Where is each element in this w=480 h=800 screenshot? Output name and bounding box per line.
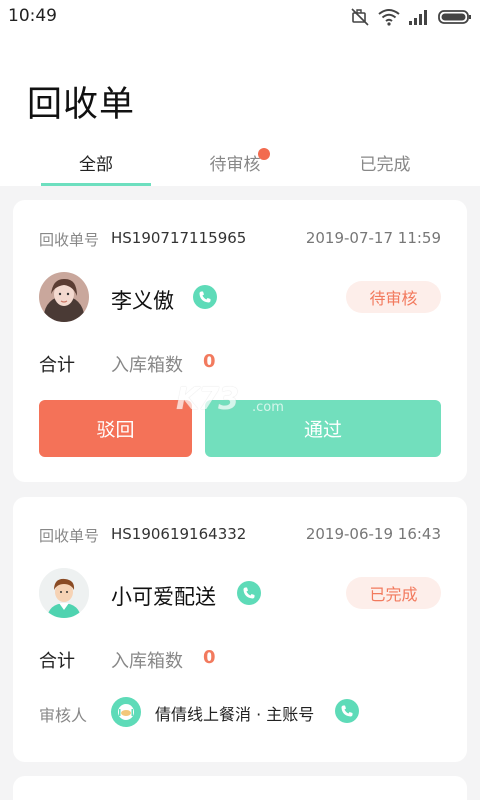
phone-icon bbox=[199, 291, 211, 303]
order-card[interactable]: 回收单号 HS190619164332 2019-06-19 16:43 小可爱… bbox=[13, 497, 467, 762]
tab-pending[interactable]: 待审核 bbox=[205, 150, 265, 175]
wifi-icon bbox=[378, 9, 400, 26]
customer-name: 小可爱配送 bbox=[111, 585, 216, 609]
reviewer-name: 倩倩线上餐消 · 主账号 bbox=[155, 705, 315, 724]
status-bar: 10:49 bbox=[0, 0, 480, 34]
order-number-label: 回收单号 bbox=[39, 527, 100, 545]
order-datetime: 2019-07-17 11:59 bbox=[305, 229, 441, 247]
active-tab-indicator bbox=[41, 183, 151, 186]
order-card[interactable]: 回收单号 HS190717115965 2019-07-17 11:59 李义傲… bbox=[13, 200, 467, 482]
reviewer-label: 审核人 bbox=[39, 706, 88, 725]
total-label: 合计 bbox=[39, 651, 75, 672]
boxes-label: 入库箱数 bbox=[111, 355, 183, 376]
order-number: HS190619164332 bbox=[111, 525, 247, 543]
avatar bbox=[39, 272, 89, 322]
customer-name: 李义傲 bbox=[111, 289, 174, 313]
order-number-label: 回收单号 bbox=[39, 231, 100, 249]
status-icons bbox=[350, 7, 472, 27]
status-badge: 待审核 bbox=[346, 281, 441, 313]
status-badge: 已完成 bbox=[346, 577, 441, 609]
signal-icon bbox=[409, 10, 427, 25]
order-number: HS190717115965 bbox=[111, 229, 247, 247]
phone-icon bbox=[243, 587, 255, 599]
alarm-off-icon bbox=[351, 8, 369, 26]
phone-call-button[interactable] bbox=[193, 285, 217, 309]
battery-icon bbox=[438, 10, 471, 24]
page-header: 回收单 全部 待审核 已完成 bbox=[0, 34, 480, 186]
watermark-sub: 游戏之家 bbox=[246, 386, 290, 399]
phone-icon bbox=[341, 705, 353, 717]
watermark-logo: K73 游戏之家 .com bbox=[176, 382, 306, 420]
reject-button[interactable]: 驳回 bbox=[39, 400, 192, 457]
watermark-k73: K73 bbox=[176, 382, 239, 417]
order-card[interactable] bbox=[13, 776, 467, 800]
boxes-count: 0 bbox=[203, 647, 216, 668]
tab-completed[interactable]: 已完成 bbox=[355, 150, 415, 175]
status-time: 10:49 bbox=[8, 6, 57, 26]
phone-call-button[interactable] bbox=[237, 581, 261, 605]
tab-all[interactable]: 全部 bbox=[41, 150, 151, 175]
page-title: 回收单 bbox=[27, 85, 136, 125]
boxes-label: 入库箱数 bbox=[111, 651, 183, 672]
phone-call-button[interactable] bbox=[335, 699, 359, 723]
avatar bbox=[39, 568, 89, 618]
reviewer-avatar bbox=[111, 697, 141, 727]
notification-dot bbox=[258, 148, 270, 160]
order-datetime: 2019-06-19 16:43 bbox=[305, 525, 441, 543]
boxes-count: 0 bbox=[203, 351, 216, 372]
total-label: 合计 bbox=[39, 355, 75, 376]
watermark-domain: .com bbox=[252, 400, 284, 415]
